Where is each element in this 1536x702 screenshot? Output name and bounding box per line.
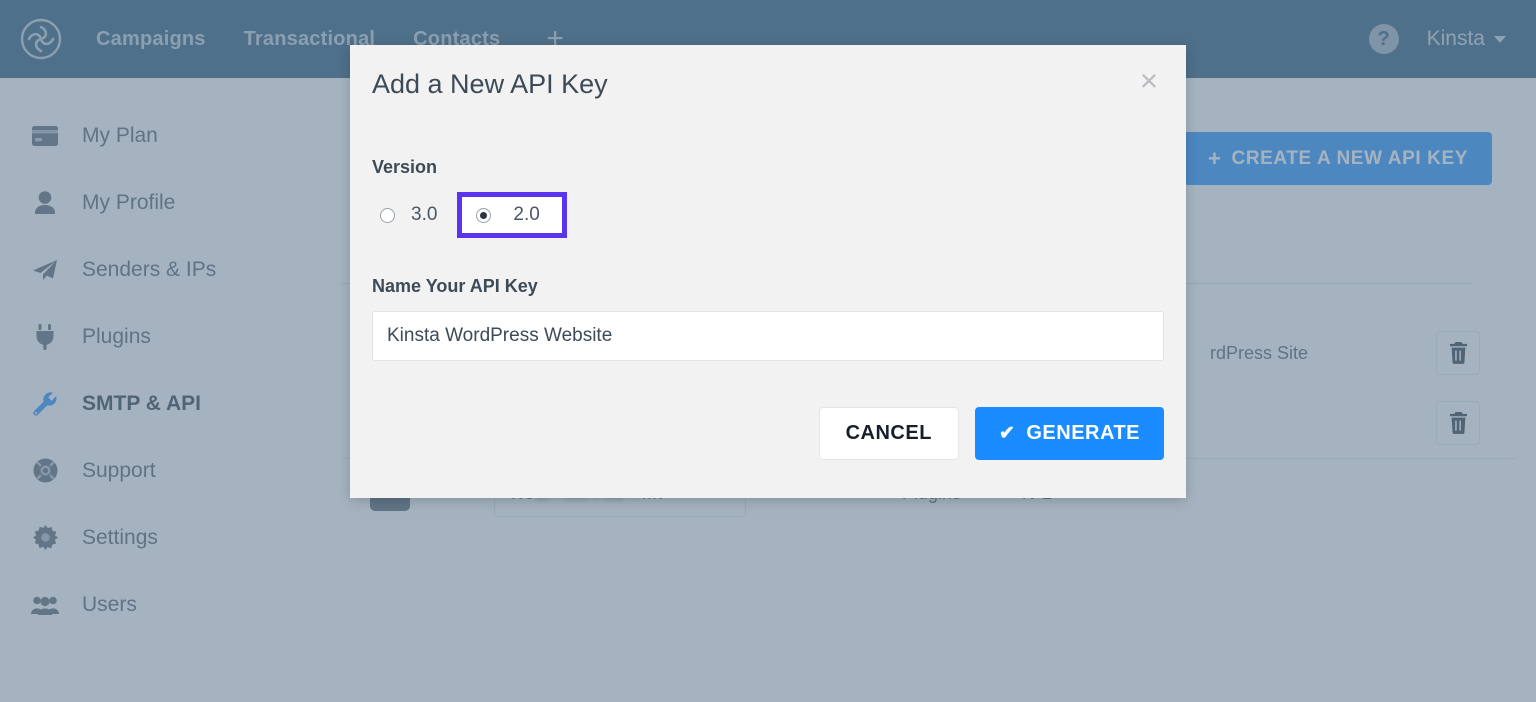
check-icon: ✔ [999, 424, 1015, 443]
modal-title: Add a New API Key [372, 69, 608, 100]
api-key-name-input[interactable] [372, 311, 1164, 361]
radio-button-icon[interactable] [476, 208, 491, 223]
generate-button-label: GENERATE [1026, 422, 1140, 445]
close-icon[interactable]: × [1140, 69, 1164, 94]
version-option-label: 3.0 [411, 204, 437, 226]
version-option-highlight: 2.0 [457, 192, 566, 238]
version-label: Version [372, 157, 1164, 178]
generate-button[interactable]: ✔ GENERATE [975, 407, 1164, 460]
modal-body: Version 3.0 2.0 Name Your API Key CANCEL [372, 157, 1164, 498]
name-field-label: Name Your API Key [372, 276, 1164, 297]
modal-header: Add a New API Key × [372, 45, 1164, 119]
cancel-button[interactable]: CANCEL [819, 407, 959, 460]
app-root: Campaigns Transactional Contacts + ? Kin… [0, 0, 1536, 702]
version-option-label: 2.0 [513, 204, 539, 226]
radio-button-icon[interactable] [380, 208, 395, 223]
modal-footer: CANCEL ✔ GENERATE [372, 361, 1164, 498]
add-api-key-modal: Add a New API Key × Version 3.0 2.0 Name… [350, 45, 1186, 498]
version-radio-group: 3.0 2.0 [372, 192, 1164, 238]
version-option-2-0[interactable]: 2.0 [476, 204, 539, 226]
version-option-3-0[interactable]: 3.0 [380, 204, 437, 226]
